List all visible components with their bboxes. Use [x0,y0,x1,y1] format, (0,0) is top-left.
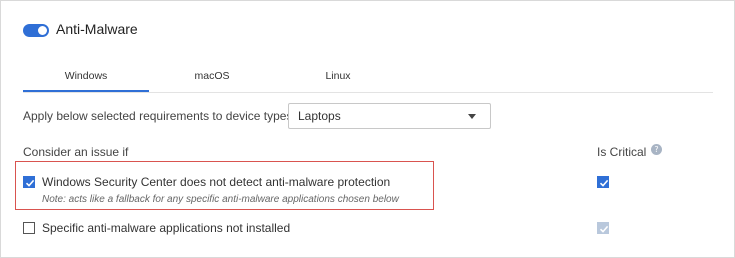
wsc-condition-note: Note: acts like a fallback for any speci… [42,194,399,205]
tab-linux[interactable]: Linux [275,59,401,92]
anti-malware-toggle[interactable] [23,24,49,37]
specific-apps-label: Specific anti-malware applications not i… [42,221,291,235]
wsc-condition-label: Windows Security Center does not detect … [42,175,391,189]
is-critical-header: Is Critical [597,145,647,159]
specific-apps-checkbox[interactable] [23,222,35,234]
check-icon [599,179,609,187]
help-icon[interactable]: ? [651,144,662,155]
tabs-divider [23,92,713,93]
tab-windows[interactable]: Windows [23,59,149,92]
tab-macos[interactable]: macOS [149,59,275,92]
anti-malware-panel: Anti-Malware Windows macOS Linux Apply b… [0,0,735,258]
os-tabs: Windows macOS Linux [23,59,713,92]
check-icon [599,225,609,233]
panel-title: Anti-Malware [56,21,138,37]
toggle-knob [38,26,47,35]
wsc-critical-checkbox[interactable] [597,176,609,188]
device-type-select[interactable]: Laptops [288,103,491,129]
device-type-label: Apply below selected requirements to dev… [23,109,296,123]
wsc-condition-checkbox[interactable] [23,176,35,188]
chevron-down-icon [468,114,476,119]
check-icon [25,179,35,187]
device-type-value: Laptops [298,109,341,123]
conditions-header: Consider an issue if [23,145,129,159]
specific-apps-critical-checkbox [597,222,609,234]
